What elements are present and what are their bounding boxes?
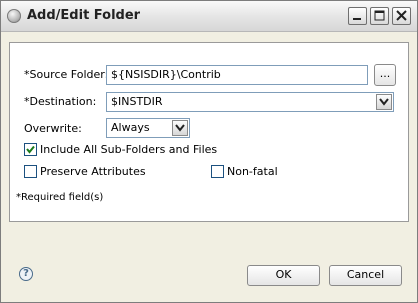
cancel-button[interactable]: Cancel: [329, 265, 402, 286]
overwrite-label: Overwrite:: [24, 122, 82, 135]
destination-dropdown-button[interactable]: [376, 94, 392, 110]
source-folder-label: *Source Folder:: [24, 68, 109, 81]
include-subfolders-label[interactable]: Include All Sub-Folders and Files: [40, 143, 217, 156]
nonfatal-checkbox[interactable]: [211, 165, 224, 178]
maximize-icon: [374, 10, 385, 21]
source-folder-value: ${NSISDIR}\Contrib: [111, 68, 221, 81]
preserve-attributes-label[interactable]: Preserve Attributes: [40, 165, 146, 178]
overwrite-dropdown-button[interactable]: [172, 120, 188, 136]
overwrite-select[interactable]: Always: [106, 118, 190, 138]
maximize-button[interactable]: [370, 7, 389, 25]
browse-label: ...: [379, 67, 391, 80]
preserve-attributes-checkbox[interactable]: [24, 165, 37, 178]
overwrite-value: Always: [111, 121, 150, 134]
title-bar[interactable]: Add/Edit Folder: [1, 1, 417, 32]
help-button[interactable]: ?: [19, 267, 33, 281]
browse-button[interactable]: ...: [374, 64, 396, 86]
dialog-window: Add/Edit Folder *Source Folder: ${NSISDI…: [0, 0, 418, 303]
nonfatal-label[interactable]: Non-fatal: [227, 165, 278, 178]
help-icon: ?: [23, 268, 29, 279]
ok-button[interactable]: OK: [247, 265, 320, 286]
destination-label: *Destination:: [24, 95, 97, 108]
close-icon: [396, 10, 407, 21]
window-title: Add/Edit Folder: [27, 8, 141, 23]
checkmark-icon: [26, 145, 35, 154]
minimize-icon: [353, 18, 361, 20]
chevron-down-icon: [379, 98, 389, 106]
include-subfolders-checkbox[interactable]: [24, 143, 37, 156]
ok-label: OK: [275, 268, 292, 281]
source-folder-input[interactable]: ${NSISDIR}\Contrib: [106, 65, 368, 85]
close-button[interactable]: [392, 7, 411, 25]
eclipse-app-icon: [7, 9, 21, 23]
chevron-down-icon: [175, 124, 185, 132]
cancel-label: Cancel: [346, 268, 385, 281]
minimize-button[interactable]: [348, 7, 367, 25]
destination-value: $INSTDIR: [111, 95, 163, 108]
required-note: *Required field(s): [16, 192, 104, 203]
destination-combo[interactable]: $INSTDIR: [106, 92, 394, 112]
